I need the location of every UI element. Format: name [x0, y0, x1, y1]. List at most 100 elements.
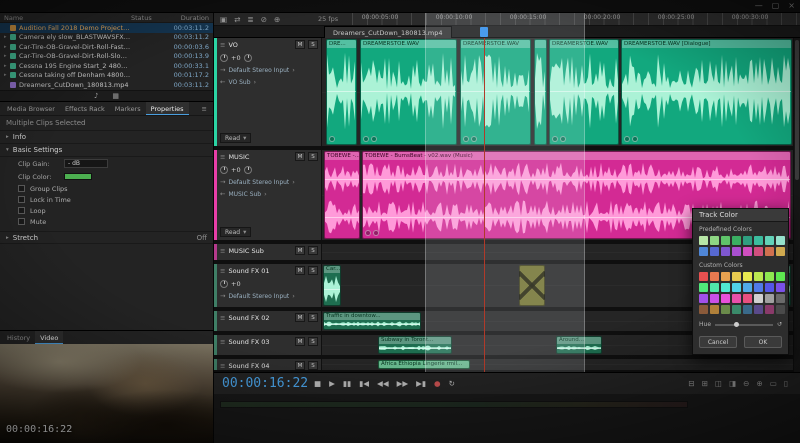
zoom-in-horizontal-icon[interactable]: ⊞	[702, 379, 708, 388]
zoom-out-horizontal-icon[interactable]: ⊟	[688, 379, 694, 388]
clip-fx-button[interactable]	[373, 230, 379, 236]
solo-button[interactable]: S	[308, 152, 318, 161]
section-stretch[interactable]: ▸StretchOff	[0, 231, 213, 244]
mute-checkbox-row[interactable]: Mute	[0, 216, 213, 227]
color-swatch[interactable]	[721, 305, 730, 314]
track-menu-icon[interactable]: ≡	[220, 247, 225, 255]
reset-icon[interactable]: ↺	[777, 321, 782, 328]
volume-knob[interactable]	[220, 166, 228, 174]
mute-button[interactable]: M	[295, 361, 305, 370]
color-swatch[interactable]	[721, 236, 730, 245]
pause-button[interactable]: ▮▮	[343, 379, 351, 388]
tab-video[interactable]: Video	[35, 331, 63, 344]
dialog-title[interactable]: Track Color	[693, 209, 788, 222]
clip-fx-button[interactable]	[560, 136, 566, 142]
audio-clip[interactable]: TOBEWE -...	[324, 151, 360, 239]
tab-markers[interactable]: Markers	[110, 102, 146, 115]
clip-gain-button[interactable]	[552, 136, 558, 142]
zoom-reset-icon[interactable]: ▯	[784, 379, 788, 388]
lasso-tool-icon[interactable]: ⊕	[274, 15, 280, 24]
color-swatch[interactable]	[754, 236, 763, 245]
minimize-icon[interactable]: —	[755, 1, 763, 10]
track-menu-icon[interactable]: ≡	[220, 41, 225, 49]
clip-fx-button[interactable]	[632, 136, 638, 142]
video-preview[interactable]: 00:00:16:22	[0, 344, 213, 443]
file-row[interactable]: ▸Camera ely slow_BLASTWAVSFX_09092 48000…	[0, 33, 213, 43]
section-info[interactable]: ▸Info	[0, 131, 213, 144]
color-swatch[interactable]	[765, 283, 774, 292]
track-header-sound-fx-03[interactable]: ≡Sound FX 03MS	[214, 335, 322, 355]
audio-clip[interactable]	[534, 39, 547, 145]
color-swatch[interactable]	[710, 272, 719, 281]
color-swatch[interactable]	[732, 272, 741, 281]
pan-knob[interactable]	[244, 166, 252, 174]
go-to-start-button[interactable]: ▮◀	[359, 379, 369, 388]
marquee-tool-icon[interactable]: ⊘	[261, 15, 267, 24]
clip-gain-button[interactable]	[624, 136, 630, 142]
color-swatch[interactable]	[721, 294, 730, 303]
color-swatch[interactable]	[732, 236, 741, 245]
clip-fx-button[interactable]	[471, 136, 477, 142]
input-selector[interactable]: →Default Stereo Input›	[217, 290, 321, 302]
tab-media-browser[interactable]: Media Browser	[2, 102, 60, 115]
output-selector[interactable]: ←VO Sub›	[217, 76, 321, 88]
track-lane-vo[interactable]: DRE... DREAMERSTOE.WAV DREAMERSTOE.WAV D…	[322, 38, 793, 146]
color-swatch[interactable]	[721, 247, 730, 256]
file-row[interactable]: ▸Car-Tire-OB-Gravel-Dirt-Roll-Fast-Skid …	[0, 42, 213, 52]
play-button[interactable]: ▶	[329, 379, 335, 388]
color-swatch[interactable]	[754, 272, 763, 281]
panel-menu-icon[interactable]: ≡	[202, 102, 211, 115]
session-tab[interactable]: Dreamers_CutDown_180813.mp4	[324, 26, 452, 38]
section-basic-settings[interactable]: ▾Basic Settings	[0, 144, 213, 157]
color-swatch[interactable]	[710, 294, 719, 303]
color-swatch[interactable]	[721, 272, 730, 281]
rewind-button[interactable]: ◀◀	[377, 379, 389, 388]
color-swatch[interactable]	[699, 236, 708, 245]
zoom-in-vertical-icon[interactable]: ◨	[729, 379, 736, 388]
file-row[interactable]: ▸Car-Tire-OB-Gravel-Dirt-Roll-Slow-Long …	[0, 52, 213, 62]
color-swatch[interactable]	[743, 236, 752, 245]
input-selector[interactable]: →Default Stereo Input›	[217, 64, 321, 76]
stop-button[interactable]: ■	[314, 379, 321, 388]
color-swatch[interactable]	[710, 305, 719, 314]
solo-button[interactable]: S	[308, 361, 318, 370]
tab-properties[interactable]: Properties	[146, 102, 189, 115]
cancel-button[interactable]: Cancel	[699, 336, 737, 348]
column-name[interactable]: Name	[4, 14, 131, 22]
audio-clip[interactable]: DREAMERSTOE.WAV	[549, 39, 619, 145]
mute-button[interactable]: M	[295, 313, 305, 322]
volume-knob[interactable]	[220, 54, 228, 62]
slip-tool-icon[interactable]: ⇄	[234, 15, 240, 24]
solo-button[interactable]: S	[308, 40, 318, 49]
color-swatch[interactable]	[699, 272, 708, 281]
mute-button[interactable]: M	[295, 152, 305, 161]
maximize-icon[interactable]: ▢	[772, 1, 780, 10]
checkbox[interactable]	[18, 207, 25, 214]
vertical-scrollbar[interactable]	[794, 38, 800, 372]
color-swatch[interactable]	[699, 283, 708, 292]
zoom-out-full-icon[interactable]: ⊖	[743, 379, 749, 388]
track-lane-sound-fx-04[interactable]: Africa Ethiopia Lingerie rmil...	[322, 359, 793, 370]
clip-gain-button[interactable]	[463, 136, 469, 142]
color-swatch[interactable]	[743, 305, 752, 314]
audio-clip[interactable]: Traffic in downtow...	[323, 312, 421, 330]
playhead-handle[interactable]	[480, 27, 488, 37]
zoom-in-selection-icon[interactable]: ⊕	[756, 379, 762, 388]
automation-mode-selector[interactable]: Read▾	[220, 227, 251, 237]
track-header-vo[interactable]: ≡VOMS +0 →Default Stereo Input› ←VO Sub›…	[214, 38, 322, 146]
color-swatch[interactable]	[743, 272, 752, 281]
file-row[interactable]: Dreamers_CutDown_180813.mp400:03:11.2	[0, 80, 213, 90]
timeline-ruler[interactable]: 00:00:05:00 00:00:10:00 00:00:15:00 00:0…	[352, 13, 800, 25]
color-swatch[interactable]	[732, 305, 741, 314]
audio-clip[interactable]: Subway in Toront...	[378, 336, 452, 354]
solo-button[interactable]: S	[308, 313, 318, 322]
checkbox[interactable]	[18, 218, 25, 225]
move-tool-icon[interactable]: ▣	[220, 15, 227, 24]
group-clips-checkbox-row[interactable]: Group Clips	[0, 183, 213, 194]
tab-effects-rack[interactable]: Effects Rack	[60, 102, 110, 115]
color-swatch[interactable]	[710, 283, 719, 292]
solo-button[interactable]: S	[308, 266, 318, 275]
track-menu-icon[interactable]: ≡	[220, 362, 225, 370]
track-menu-icon[interactable]: ≡	[220, 153, 225, 161]
color-swatch[interactable]	[765, 236, 774, 245]
